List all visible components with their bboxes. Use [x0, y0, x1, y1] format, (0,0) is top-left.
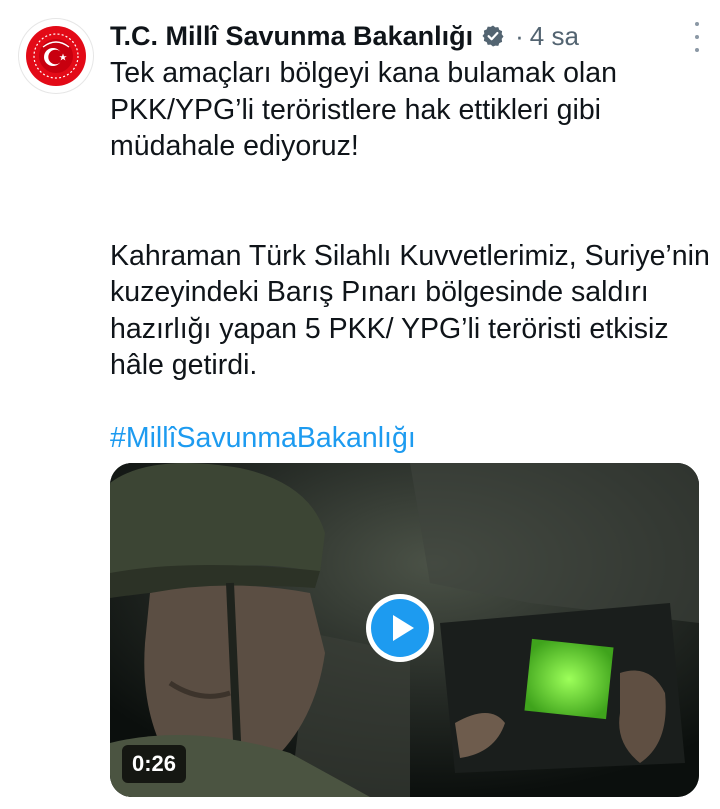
video-duration-badge: 0:26	[122, 745, 187, 783]
tweet-header: T.C. Millî Savunma Bakanlığı · 4 sa	[110, 14, 700, 58]
display-name[interactable]: T.C. Millî Savunma Bakanlığı	[110, 21, 473, 52]
tweet-paragraph: Tek amaçları bölgeyi kana bulamak olan P…	[110, 57, 617, 162]
separator-dot: ·	[515, 20, 524, 51]
avatar[interactable]	[18, 18, 94, 94]
verified-badge-icon	[481, 24, 505, 48]
hashtag-link[interactable]: #MillîSavunmaBakanlığı	[110, 420, 710, 457]
ministry-emblem-icon	[26, 26, 86, 86]
timestamp[interactable]: 4 sa	[530, 21, 579, 52]
play-icon	[371, 599, 429, 657]
tweet-paragraph: Kahraman Türk Silahlı Kuvvetlerimiz, Sur…	[110, 239, 710, 382]
play-button[interactable]	[366, 594, 434, 662]
tweet-text: Tek amaçları bölgeyi kana bulamak olan P…	[110, 55, 710, 456]
more-options-icon[interactable]	[688, 22, 706, 52]
